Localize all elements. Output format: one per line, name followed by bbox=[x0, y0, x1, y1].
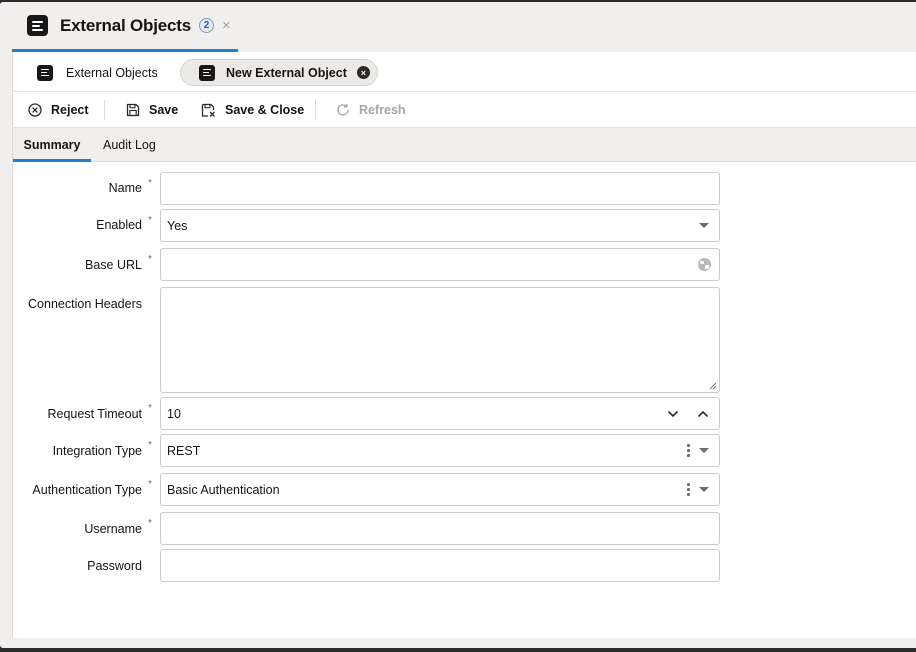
username-input[interactable] bbox=[160, 512, 720, 545]
form-row-password: Password bbox=[13, 549, 916, 582]
name-label: Name bbox=[108, 181, 142, 195]
save-icon bbox=[126, 103, 140, 117]
base-url-label: Base URL bbox=[85, 258, 142, 272]
page-tab-bar: Summary Audit Log bbox=[13, 128, 916, 162]
reject-button[interactable]: Reject bbox=[28, 92, 89, 128]
save-and-close-button[interactable]: Save & Close bbox=[201, 92, 304, 128]
form-row-connection-headers: Connection Headers bbox=[13, 287, 916, 393]
enabled-value: Yes bbox=[167, 218, 188, 233]
toolbar: Reject Save Save & Close Refresh bbox=[13, 92, 916, 128]
toolbar-divider bbox=[104, 100, 105, 120]
refresh-icon bbox=[337, 104, 349, 116]
chevron-down-icon[interactable] bbox=[667, 410, 679, 418]
password-label: Password bbox=[87, 559, 142, 573]
reject-label: Reject bbox=[51, 103, 89, 117]
required-marker: * bbox=[148, 479, 152, 490]
required-marker: * bbox=[148, 178, 152, 189]
tab-summary[interactable]: Summary bbox=[13, 128, 91, 162]
form-row-enabled: Enabled * Yes bbox=[13, 209, 916, 242]
dropdown-caret-icon[interactable] bbox=[699, 448, 709, 453]
password-input[interactable] bbox=[160, 549, 720, 582]
tab-count-badge: 2 bbox=[198, 18, 214, 33]
integration-type-select[interactable]: REST bbox=[160, 434, 720, 467]
close-tab-icon[interactable]: × bbox=[222, 18, 231, 33]
required-marker: * bbox=[148, 403, 152, 414]
save-close-icon bbox=[201, 103, 215, 117]
form-row-base-url: Base URL * bbox=[13, 248, 916, 281]
authentication-type-value: Basic Authentication bbox=[167, 482, 280, 497]
subtab-bar: External Objects New External Object × bbox=[13, 52, 916, 92]
subtab-label: External Objects bbox=[66, 65, 158, 80]
tab-audit-log[interactable]: Audit Log bbox=[103, 128, 156, 162]
refresh-label: Refresh bbox=[359, 103, 406, 117]
document-list-icon bbox=[199, 64, 215, 81]
form-row-name: Name * bbox=[13, 172, 916, 205]
enabled-select[interactable]: Yes bbox=[160, 209, 720, 242]
chevron-up-icon[interactable] bbox=[697, 410, 709, 418]
document-list-icon bbox=[27, 15, 48, 36]
main-tab-external-objects[interactable]: External Objects 2 × bbox=[12, 2, 238, 52]
subtab-new-external-object[interactable]: New External Object × bbox=[180, 59, 378, 86]
request-timeout-stepper[interactable]: 10 bbox=[160, 397, 720, 430]
resize-handle-icon[interactable] bbox=[709, 382, 717, 390]
dropdown-caret-icon[interactable] bbox=[699, 223, 709, 228]
more-options-icon[interactable] bbox=[687, 483, 690, 496]
content-panel: External Objects New External Object × R… bbox=[12, 52, 916, 638]
request-timeout-label: Request Timeout bbox=[47, 407, 143, 421]
toolbar-divider bbox=[315, 100, 316, 120]
required-marker: * bbox=[148, 215, 152, 226]
subtab-label: New External Object bbox=[226, 65, 347, 80]
base-url-input[interactable] bbox=[160, 248, 720, 281]
dropdown-caret-icon[interactable] bbox=[699, 487, 709, 492]
globe-icon bbox=[698, 258, 711, 271]
subtab-external-objects[interactable]: External Objects bbox=[37, 59, 158, 86]
integration-type-value: REST bbox=[167, 443, 201, 458]
document-list-icon bbox=[37, 64, 53, 81]
name-input[interactable] bbox=[160, 172, 720, 205]
integration-type-label: Integration Type bbox=[52, 444, 142, 458]
authentication-type-label: Authentication Type bbox=[32, 483, 142, 497]
form-row-authentication-type: Authentication Type * Basic Authenticati… bbox=[13, 473, 916, 506]
form-row-request-timeout: Request Timeout * 10 bbox=[13, 397, 916, 430]
main-tab-title: External Objects bbox=[60, 15, 191, 35]
close-circle-icon[interactable]: × bbox=[356, 66, 370, 79]
more-options-icon[interactable] bbox=[687, 444, 690, 457]
save-close-label: Save & Close bbox=[225, 103, 305, 117]
request-timeout-value: 10 bbox=[167, 406, 181, 421]
refresh-button[interactable]: Refresh bbox=[336, 92, 406, 128]
connection-headers-textarea[interactable] bbox=[160, 287, 720, 393]
enabled-label: Enabled bbox=[96, 218, 142, 232]
app-window: External Objects 2 × External Objects Ne… bbox=[0, 2, 916, 648]
required-marker: * bbox=[148, 440, 152, 451]
authentication-type-select[interactable]: Basic Authentication bbox=[160, 473, 720, 506]
required-marker: * bbox=[148, 254, 152, 265]
save-button[interactable]: Save bbox=[126, 92, 178, 128]
form-row-integration-type: Integration Type * REST bbox=[13, 434, 916, 467]
connection-headers-label: Connection Headers bbox=[28, 297, 142, 311]
reject-icon bbox=[28, 103, 42, 117]
username-label: Username bbox=[84, 522, 142, 536]
save-label: Save bbox=[149, 103, 179, 117]
form-row-username: Username * bbox=[13, 512, 916, 545]
header-bar: External Objects 2 × bbox=[0, 2, 916, 52]
required-marker: * bbox=[148, 518, 152, 529]
